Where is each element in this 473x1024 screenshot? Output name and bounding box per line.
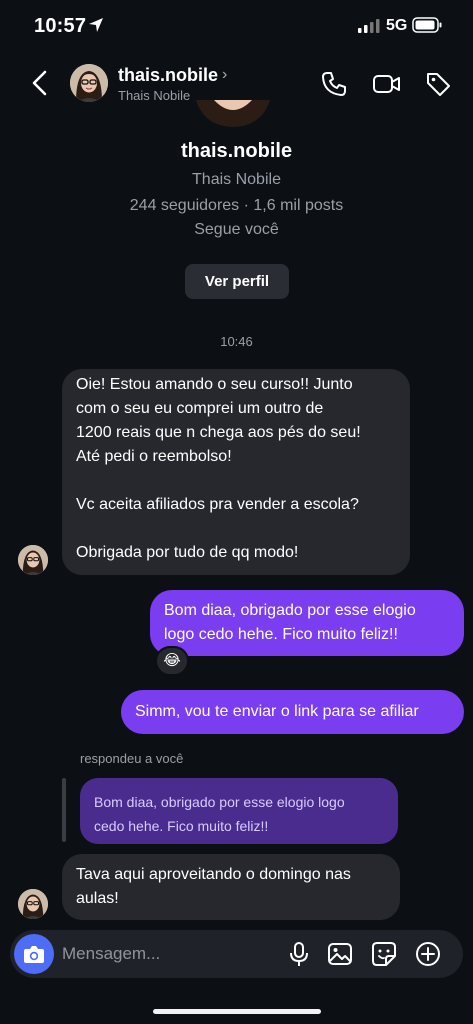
signal-icon [358, 19, 380, 33]
quote-line: cedo hehe. Fico muito feliz!! [94, 818, 269, 834]
outgoing-message[interactable]: Simm, vou te enviar o link para se afili… [121, 690, 464, 734]
back-icon[interactable] [28, 68, 52, 98]
outgoing-message[interactable]: Bom diaa, obrigado por esse elogio logo … [150, 590, 464, 656]
profile-stats: 244 seguidores · 1,6 mil posts [129, 197, 344, 214]
message-line: Simm, vou te enviar o link para se afili… [135, 703, 419, 720]
follows-you-label: Segue você [194, 221, 279, 238]
microphone-icon[interactable] [286, 941, 312, 967]
message-line: Vc aceita afiliados pra vender a escola? [76, 496, 359, 513]
avatar[interactable] [18, 889, 48, 919]
message-line: Tava aqui aproveitando o domingo nas [76, 866, 351, 883]
reply-indicator-bar [62, 778, 66, 842]
video-icon[interactable] [372, 70, 402, 98]
message-timestamp: 10:46 [220, 334, 253, 349]
message-line [76, 469, 396, 493]
gallery-icon[interactable] [327, 941, 353, 967]
message-input[interactable] [62, 930, 272, 978]
message-line: aulas! [76, 890, 119, 907]
message-line: com o seu eu comprei um outro de [76, 400, 324, 417]
message-line: Até pedi o reembolso! [76, 448, 232, 465]
message-line: Oie! Estou amando o seu curso!! Junto [76, 376, 353, 393]
message-line: Bom diaa, obrigado por esse elogio [164, 602, 416, 619]
message-line [76, 517, 396, 541]
avatar[interactable] [70, 64, 108, 102]
status-bar: 10:57 5G [0, 0, 473, 52]
tag-icon[interactable] [424, 70, 452, 98]
status-time: 10:57 [34, 15, 87, 37]
phone-icon[interactable] [320, 70, 348, 98]
header-username[interactable]: thais.nobile [118, 65, 218, 86]
camera-icon[interactable] [14, 934, 54, 974]
message-composer [10, 930, 463, 978]
profile-username: thais.nobile [180, 140, 293, 162]
add-icon[interactable] [415, 941, 441, 967]
incoming-message[interactable]: Tava aqui aproveitando o domingo nas aul… [62, 854, 400, 920]
home-indicator[interactable] [153, 1009, 321, 1014]
profile-photo-large [196, 100, 270, 128]
location-arrow-icon [88, 17, 104, 33]
message-line: Obrigada por tudo de qq modo! [76, 544, 299, 561]
reaction-emoji[interactable]: 😂 [155, 646, 189, 676]
network-label: 5G [386, 17, 408, 34]
quoted-message[interactable]: Bom diaa, obrigado por esse elogio logo … [80, 778, 398, 844]
sticker-icon[interactable] [371, 941, 397, 967]
header-fullname: Thais Nobile [118, 88, 191, 103]
quote-line: Bom diaa, obrigado por esse elogio logo [94, 794, 345, 810]
incoming-message[interactable]: Oie! Estou amando o seu curso!! Junto co… [62, 369, 410, 575]
replied-to-you-label: respondeu a você [80, 751, 184, 766]
battery-icon [412, 17, 442, 33]
view-profile-button[interactable]: Ver perfil [185, 264, 289, 299]
avatar[interactable] [18, 545, 48, 575]
chevron-right-icon[interactable]: › [222, 66, 227, 84]
message-line: logo cedo hehe. Fico muito feliz!! [164, 626, 398, 643]
message-line: 1200 reais que n chega aos pés do seu! [76, 424, 361, 441]
profile-fullname: Thais Nobile [192, 171, 281, 188]
